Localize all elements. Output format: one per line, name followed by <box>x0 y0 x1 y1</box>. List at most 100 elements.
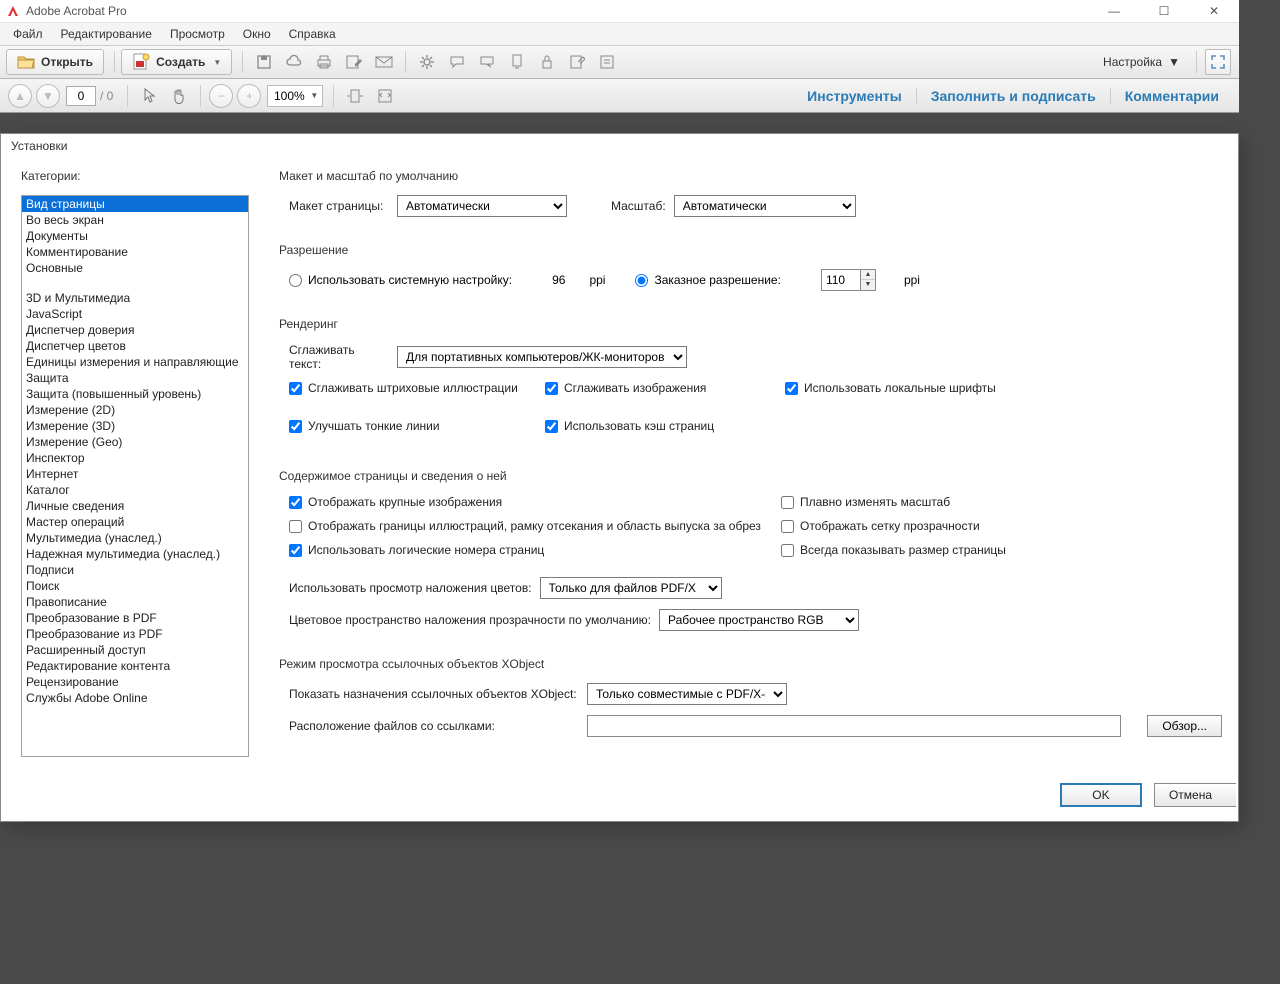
page-layout-select[interactable]: Автоматически <box>397 195 567 217</box>
menu-file[interactable]: Файл <box>4 24 52 44</box>
categories-listbox[interactable]: Вид страницы Во весь экран Документы Ком… <box>21 195 249 757</box>
page-up-button[interactable]: ▲ <box>8 84 32 108</box>
page-number-input[interactable] <box>66 86 96 106</box>
menu-help[interactable]: Справка <box>280 24 345 44</box>
category-item[interactable]: Правописание <box>22 594 248 610</box>
custom-resolution-radio[interactable] <box>635 274 648 287</box>
category-item[interactable]: Преобразование из PDF <box>22 626 248 642</box>
category-item[interactable]: Мультимедиа (унаслед.) <box>22 530 248 546</box>
category-item[interactable]: Диспетчер цветов <box>22 338 248 354</box>
zoom-in-button[interactable]: + <box>237 84 261 108</box>
category-item[interactable]: JavaScript <box>22 306 248 322</box>
open-button[interactable]: Открыть <box>6 49 104 75</box>
category-item[interactable]: Службы Adobe Online <box>22 690 248 706</box>
menu-edit[interactable]: Редактирование <box>52 24 161 44</box>
category-item[interactable]: Мастер операций <box>22 514 248 530</box>
fullscreen-icon[interactable] <box>1205 49 1231 75</box>
save-icon[interactable] <box>251 49 277 75</box>
print-icon[interactable] <box>311 49 337 75</box>
category-item[interactable]: Интернет <box>22 466 248 482</box>
local-fonts-checkbox[interactable] <box>785 382 798 395</box>
minimize-button[interactable]: — <box>1099 4 1129 18</box>
zoom-out-button[interactable]: − <box>209 84 233 108</box>
category-item[interactable]: 3D и Мультимедиа <box>22 290 248 306</box>
category-item[interactable]: Подписи <box>22 562 248 578</box>
smooth-zoom-checkbox[interactable] <box>781 496 794 509</box>
xobject-show-select[interactable]: Только совместимые с PDF/X-5 <box>587 683 787 705</box>
category-item[interactable]: Инспектор <box>22 450 248 466</box>
cancel-button[interactable]: Отмена <box>1154 783 1236 807</box>
category-item[interactable]: Во весь экран <box>22 212 248 228</box>
menu-view[interactable]: Просмотр <box>161 24 234 44</box>
category-item[interactable]: Преобразование в PDF <box>22 610 248 626</box>
menu-window[interactable]: Окно <box>234 24 280 44</box>
category-item[interactable]: Защита <box>22 370 248 386</box>
category-item[interactable]: Вид страницы <box>22 196 248 212</box>
page-cache-checkbox[interactable] <box>545 420 558 433</box>
category-item[interactable]: Надежная мультимедиа (унаслед.) <box>22 546 248 562</box>
attachment-icon[interactable] <box>504 49 530 75</box>
overprint-select[interactable]: Только для файлов PDF/X <box>540 577 722 599</box>
thin-lines-checkbox[interactable] <box>289 420 302 433</box>
smooth-images-checkbox[interactable] <box>545 382 558 395</box>
category-item[interactable]: Измерение (3D) <box>22 418 248 434</box>
comments-panel-link[interactable]: Комментарии <box>1110 88 1233 104</box>
maximize-button[interactable]: ☐ <box>1149 4 1179 18</box>
preferences-dialog: Установки Категории: Вид страницы Во вес… <box>0 133 1239 822</box>
xobject-files-input[interactable] <box>587 715 1121 737</box>
category-item[interactable]: Основные <box>22 260 248 276</box>
category-item[interactable]: Измерение (Geo) <box>22 434 248 450</box>
create-button[interactable]: Создать ▼ <box>121 49 232 75</box>
category-item[interactable]: Диспетчер доверия <box>22 322 248 338</box>
category-item[interactable]: Поиск <box>22 578 248 594</box>
fit-page-icon[interactable] <box>372 83 398 109</box>
pointer-icon[interactable] <box>136 83 162 109</box>
tools-panel-link[interactable]: Инструменты <box>793 88 916 104</box>
art-box-checkbox[interactable] <box>289 520 302 533</box>
category-item[interactable]: Расширенный доступ <box>22 642 248 658</box>
system-resolution-radio[interactable] <box>289 274 302 287</box>
smooth-text-select[interactable]: Для портативных компьютеров/ЖК-мониторов <box>397 346 687 368</box>
always-page-size-checkbox[interactable] <box>781 544 794 557</box>
logical-pages-checkbox[interactable] <box>289 544 302 557</box>
custom-resolution-input[interactable] <box>822 273 860 287</box>
ok-button[interactable]: OK <box>1060 783 1142 807</box>
fit-width-icon[interactable] <box>342 83 368 109</box>
form-icon[interactable] <box>594 49 620 75</box>
category-item[interactable]: Документы <box>22 228 248 244</box>
zoom-select[interactable]: 100% ▼ <box>267 85 323 107</box>
category-item[interactable]: Рецензирование <box>22 674 248 690</box>
share-icon[interactable] <box>474 49 500 75</box>
close-button[interactable]: ✕ <box>1199 4 1229 18</box>
category-item[interactable]: Каталог <box>22 482 248 498</box>
gear-icon[interactable] <box>414 49 440 75</box>
spin-down[interactable]: ▼ <box>861 280 875 290</box>
cloud-icon[interactable] <box>281 49 307 75</box>
blend-space-select[interactable]: Рабочее пространство RGB <box>659 609 859 631</box>
smooth-lineart-checkbox[interactable] <box>289 382 302 395</box>
category-item[interactable]: Комментирование <box>22 244 248 260</box>
page-layout-label: Макет страницы: <box>289 199 389 213</box>
browse-button[interactable]: Обзор... <box>1147 715 1222 737</box>
large-images-checkbox[interactable] <box>289 496 302 509</box>
fill-sign-panel-link[interactable]: Заполнить и подписать <box>916 88 1110 104</box>
mail-icon[interactable] <box>371 49 397 75</box>
comment-icon[interactable] <box>444 49 470 75</box>
sign-icon[interactable] <box>564 49 590 75</box>
hand-icon[interactable] <box>166 83 192 109</box>
spin-up[interactable]: ▲ <box>861 270 875 280</box>
page-down-button[interactable]: ▼ <box>36 84 60 108</box>
zoom-select[interactable]: Автоматически <box>674 195 856 217</box>
create-label: Создать <box>156 55 205 69</box>
toolbar-separator <box>333 85 334 107</box>
transparency-grid-checkbox[interactable] <box>781 520 794 533</box>
edit-text-icon[interactable] <box>341 49 367 75</box>
customize-toolbar-button[interactable]: Настройка ▼ <box>1093 51 1190 73</box>
custom-resolution-spinner[interactable]: ▲▼ <box>821 269 876 291</box>
category-item[interactable]: Личные сведения <box>22 498 248 514</box>
lock-icon[interactable] <box>534 49 560 75</box>
category-item[interactable]: Защита (повышенный уровень) <box>22 386 248 402</box>
category-item[interactable]: Редактирование контента <box>22 658 248 674</box>
category-item[interactable]: Единицы измерения и направляющие <box>22 354 248 370</box>
category-item[interactable]: Измерение (2D) <box>22 402 248 418</box>
